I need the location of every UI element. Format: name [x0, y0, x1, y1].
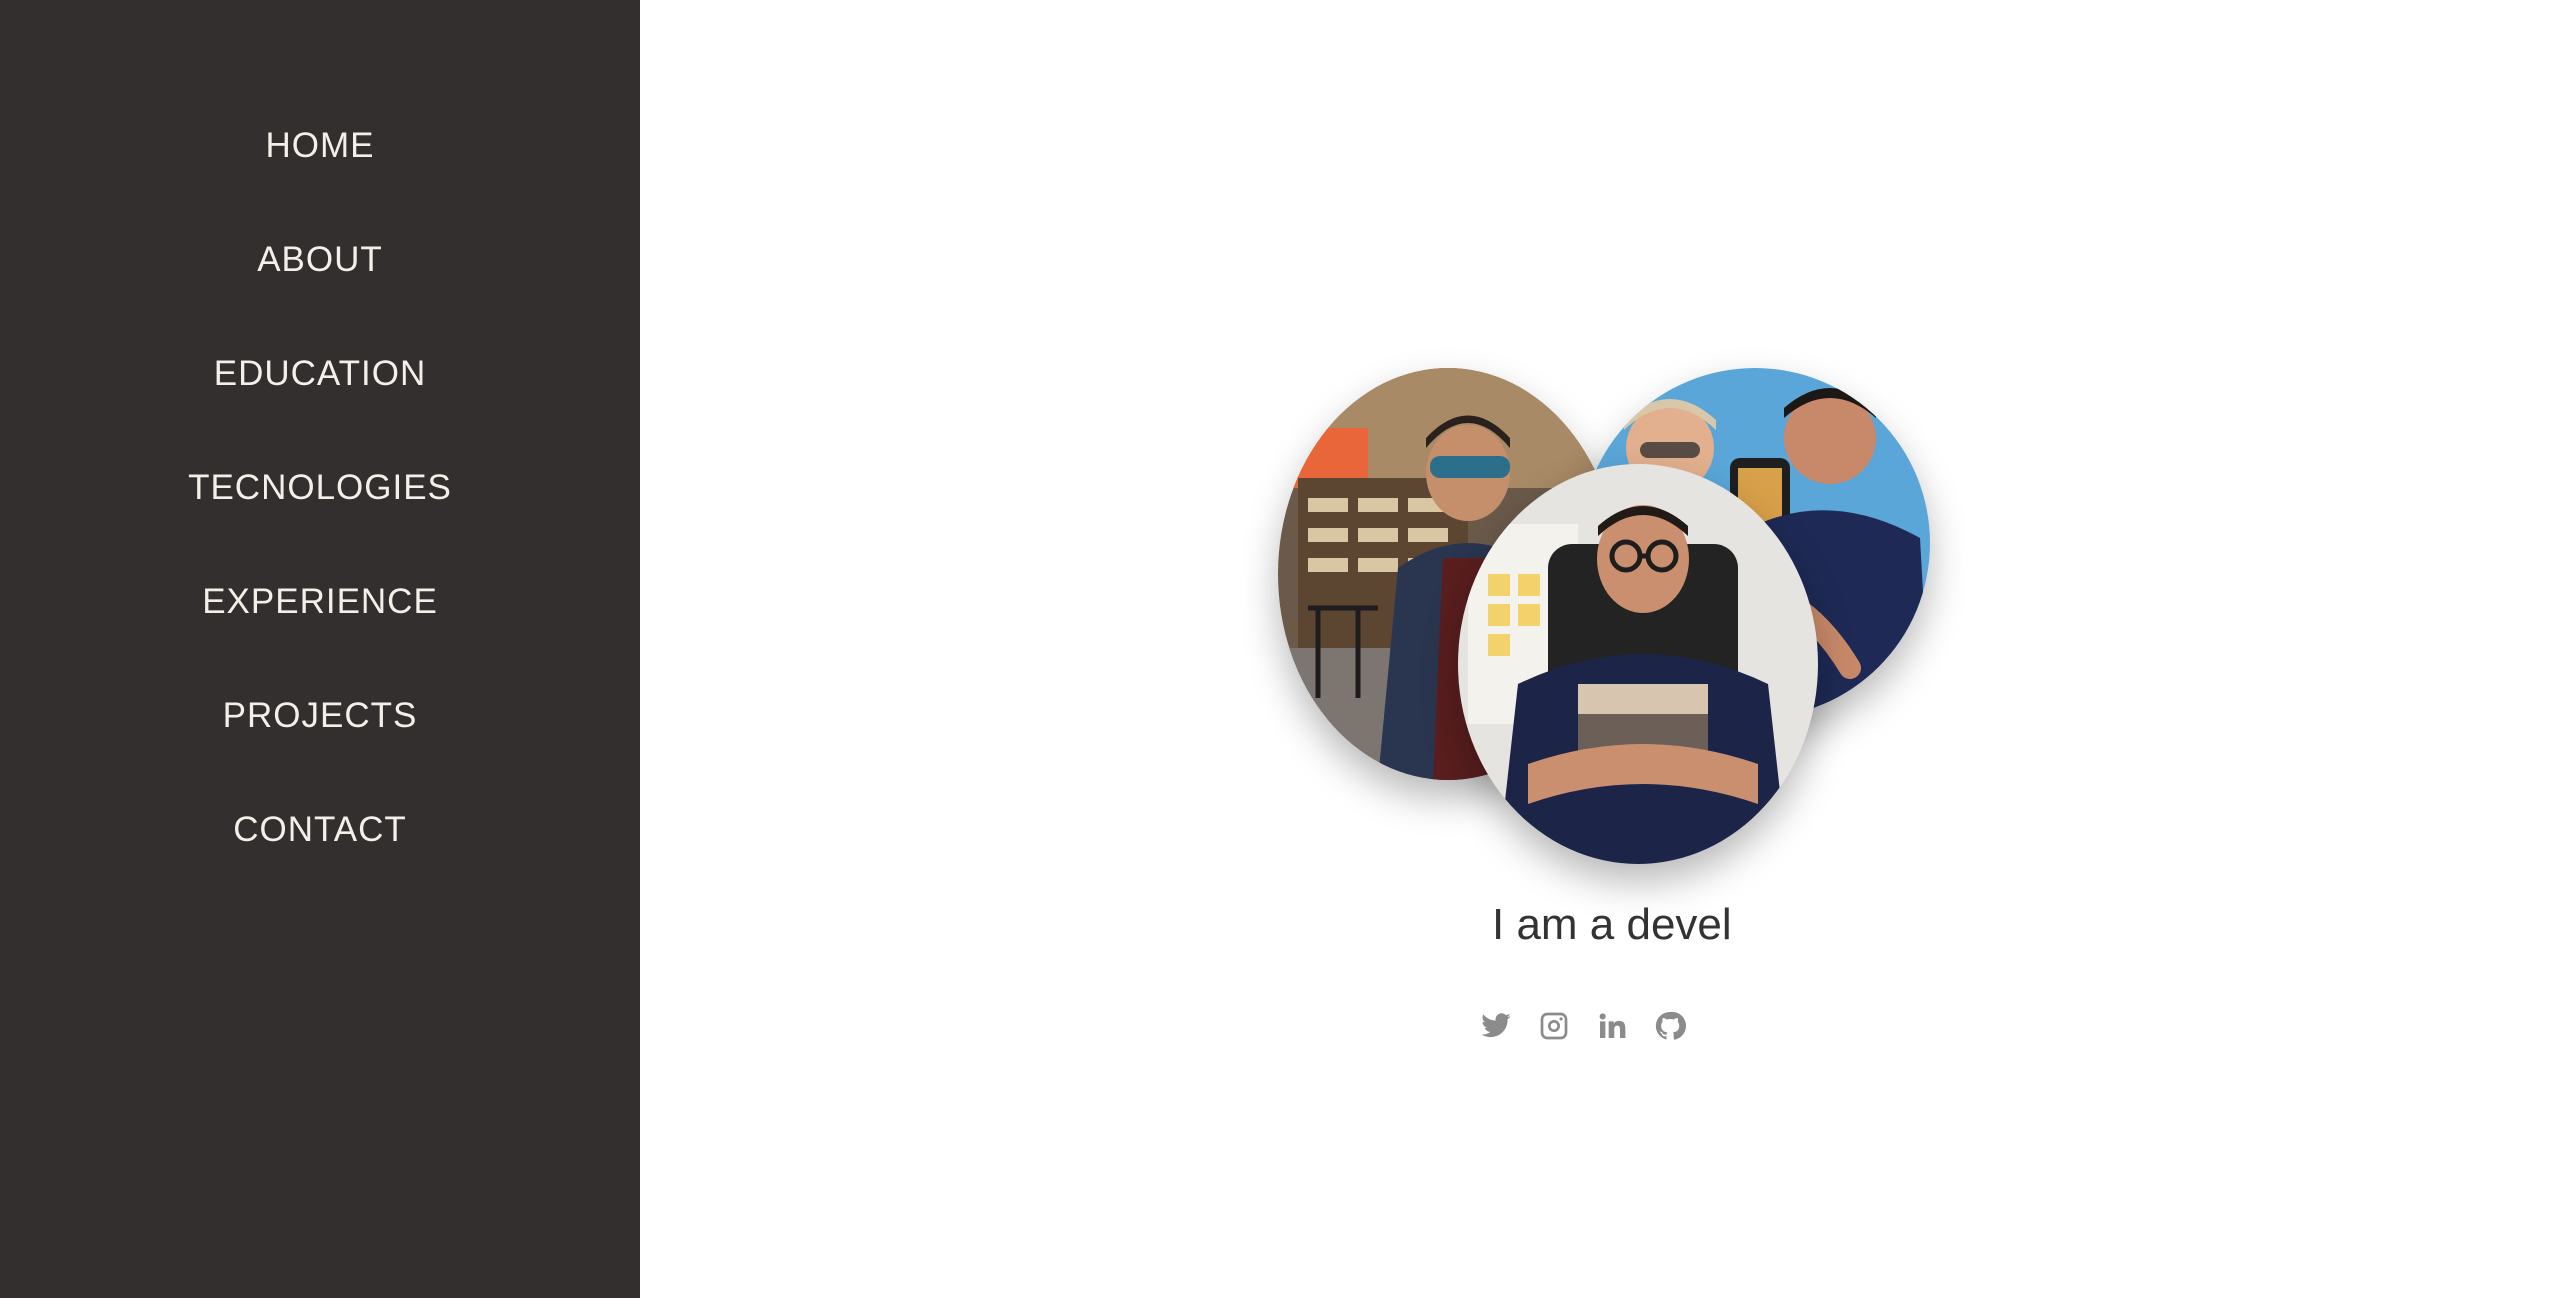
linkedin-icon	[1599, 1013, 1626, 1038]
nav-item-education[interactable]: EDUCATION	[0, 342, 640, 456]
social-links	[1480, 1010, 1686, 1042]
profile-photo-collage	[1240, 360, 1960, 880]
main-content: I am a devel	[640, 0, 2560, 1298]
nav-item-projects[interactable]: PROJECTS	[0, 684, 640, 798]
instagram-icon	[1540, 1012, 1568, 1040]
photo-office-chair	[1458, 464, 1818, 864]
nav-item-about[interactable]: ABOUT	[0, 228, 640, 342]
github-link[interactable]	[1654, 1010, 1686, 1042]
github-icon	[1655, 1011, 1686, 1040]
sidebar: HOME ABOUT EDUCATION TECNOLOGIES EXPERIE…	[0, 0, 640, 1298]
instagram-link[interactable]	[1538, 1010, 1570, 1042]
twitter-link[interactable]	[1480, 1010, 1512, 1042]
nav-item-home[interactable]: HOME	[0, 114, 640, 228]
nav-item-experience[interactable]: EXPERIENCE	[0, 570, 640, 684]
nav-item-contact[interactable]: CONTACT	[0, 798, 640, 912]
tagline-text: I am a devel	[1492, 900, 1732, 949]
linkedin-link[interactable]	[1596, 1010, 1628, 1042]
main-nav: HOME ABOUT EDUCATION TECNOLOGIES EXPERIE…	[0, 0, 640, 912]
twitter-icon	[1481, 1013, 1511, 1038]
nav-item-tecnologies[interactable]: TECNOLOGIES	[0, 456, 640, 570]
